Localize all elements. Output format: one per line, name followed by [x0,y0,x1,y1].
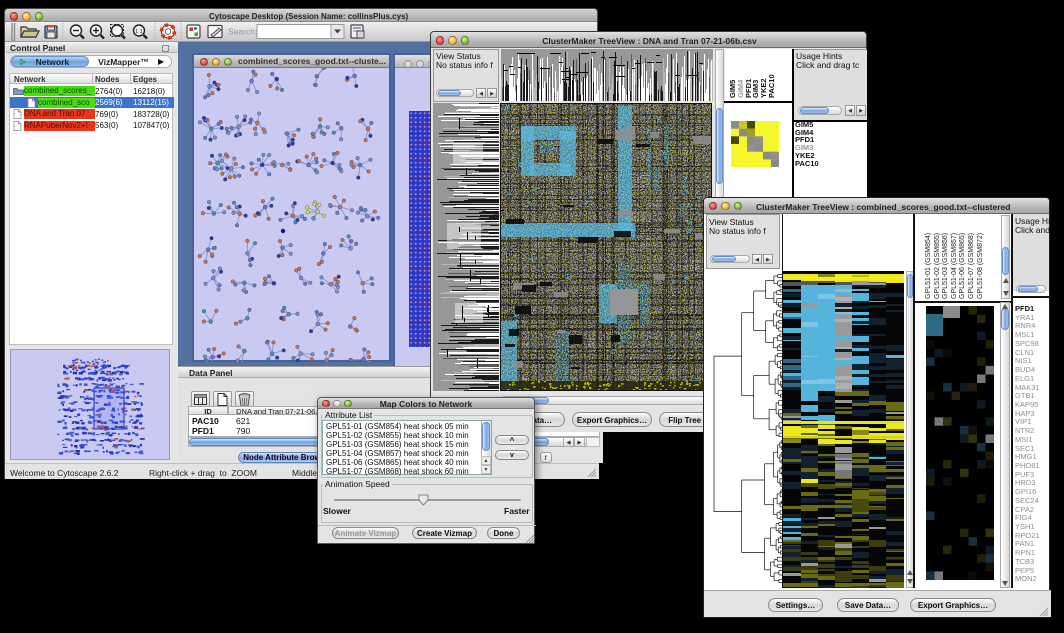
svg-text:1:1: 1:1 [135,29,143,35]
svg-text:Search:: Search: [228,27,257,37]
